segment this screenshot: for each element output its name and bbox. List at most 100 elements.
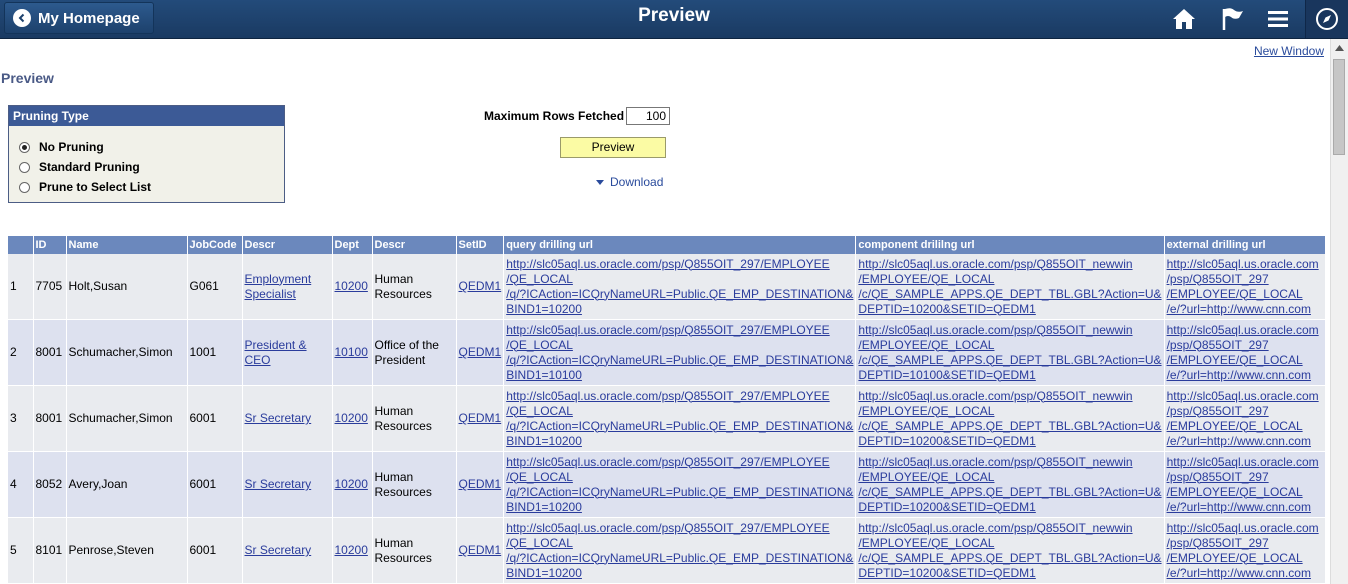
external-drilling-url-link[interactable]: http://slc05aql.us.oracle.com [1167, 323, 1323, 338]
component-drilling-url-link[interactable]: /c/QE_SAMPLE_APPS.QE_DEPT_TBL.GBL?Action… [858, 485, 1161, 500]
col-header-jobcode[interactable]: JobCode [187, 236, 243, 254]
dept-link[interactable]: 10200 [335, 477, 368, 491]
radio-unselected[interactable] [19, 161, 30, 173]
component-drilling-url-link[interactable]: http://slc05aql.us.oracle.com/psp/Q855OI… [858, 455, 1161, 470]
component-drilling-url-link[interactable]: /c/QE_SAMPLE_APPS.QE_DEPT_TBL.GBL?Action… [858, 419, 1161, 434]
flag-icon[interactable] [1212, 0, 1252, 38]
external-drilling-url-link[interactable]: /psp/Q855OIT_297 [1167, 536, 1323, 551]
col-header-dept-descr[interactable]: Descr [372, 236, 457, 254]
col-header-component-url[interactable]: component drililng url [855, 236, 1165, 254]
component-drilling-url-link[interactable]: http://slc05aql.us.oracle.com/psp/Q855OI… [858, 323, 1161, 338]
external-drilling-url-link[interactable]: /psp/Q855OIT_297 [1167, 470, 1323, 485]
component-drilling-url-link[interactable]: /EMPLOYEE/QE_LOCAL [858, 272, 1161, 287]
job-descr-link[interactable]: Sr Secretary [245, 543, 330, 558]
setid-link[interactable]: QEDM1 [459, 543, 502, 557]
query-drilling-url-link[interactable]: BIND1=10200 [506, 566, 853, 581]
dept-link[interactable]: 10200 [335, 543, 368, 557]
col-header-id[interactable]: ID [33, 236, 67, 254]
component-drilling-url-link[interactable]: DEPTID=10200&SETID=QEDM1 [858, 566, 1161, 581]
col-header-dept[interactable]: Dept [332, 236, 373, 254]
menu-icon[interactable] [1258, 0, 1298, 38]
query-drilling-url-link[interactable]: http://slc05aql.us.oracle.com/psp/Q855OI… [506, 521, 853, 536]
query-drilling-url-link[interactable]: http://slc05aql.us.oracle.com/psp/Q855OI… [506, 455, 853, 470]
col-header-name[interactable]: Name [66, 236, 188, 254]
query-drilling-url-link[interactable]: http://slc05aql.us.oracle.com/psp/Q855OI… [506, 323, 853, 338]
component-drilling-url-link[interactable]: /EMPLOYEE/QE_LOCAL [858, 404, 1161, 419]
query-drilling-url-link[interactable]: /QE_LOCAL [506, 470, 853, 485]
job-descr-link[interactable]: CEO [245, 353, 330, 368]
external-drilling-url-link[interactable]: /psp/Q855OIT_297 [1167, 404, 1323, 419]
home-icon[interactable] [1164, 0, 1204, 38]
max-rows-input[interactable]: 100 [626, 107, 670, 125]
query-drilling-url-link[interactable]: http://slc05aql.us.oracle.com/psp/Q855OI… [506, 389, 853, 404]
query-drilling-url-link[interactable]: /QE_LOCAL [506, 404, 853, 419]
query-drilling-url-link[interactable]: BIND1=10200 [506, 302, 853, 317]
external-drilling-url-link[interactable]: http://slc05aql.us.oracle.com [1167, 521, 1323, 536]
job-descr-link[interactable]: Employment [245, 272, 330, 287]
external-drilling-url-link[interactable]: /psp/Q855OIT_297 [1167, 272, 1323, 287]
component-drilling-url-link[interactable]: /EMPLOYEE/QE_LOCAL [858, 470, 1161, 485]
external-drilling-url-link[interactable]: /e/?url=http://www.cnn.com [1167, 302, 1323, 317]
setid-link[interactable]: QEDM1 [459, 345, 502, 359]
navbar-compass-icon[interactable] [1305, 0, 1348, 38]
col-header-external-url[interactable]: external drilling url [1164, 236, 1326, 254]
component-drilling-url-link[interactable]: /c/QE_SAMPLE_APPS.QE_DEPT_TBL.GBL?Action… [858, 551, 1161, 566]
component-drilling-url-link[interactable]: /c/QE_SAMPLE_APPS.QE_DEPT_TBL.GBL?Action… [858, 353, 1161, 368]
external-drilling-url-link[interactable]: /e/?url=http://www.cnn.com [1167, 566, 1323, 581]
external-drilling-url-link[interactable]: /e/?url=http://www.cnn.com [1167, 368, 1323, 383]
component-drilling-url-link[interactable]: DEPTID=10200&SETID=QEDM1 [858, 500, 1161, 515]
query-drilling-url-link[interactable]: /QE_LOCAL [506, 536, 853, 551]
external-drilling-url-link[interactable]: /e/?url=http://www.cnn.com [1167, 500, 1323, 515]
dept-link[interactable]: 10200 [335, 279, 368, 293]
radio-selected[interactable] [19, 141, 30, 153]
job-descr-link[interactable]: Specialist [245, 287, 330, 302]
external-drilling-url-link[interactable]: /EMPLOYEE/QE_LOCAL [1167, 551, 1323, 566]
component-drilling-url-link[interactable]: http://slc05aql.us.oracle.com/psp/Q855OI… [858, 389, 1161, 404]
query-drilling-url-link[interactable]: /q/?ICAction=ICQryNameURL=Public.QE_EMP_… [506, 419, 853, 434]
component-drilling-url-link[interactable]: /c/QE_SAMPLE_APPS.QE_DEPT_TBL.GBL?Action… [858, 287, 1161, 302]
external-drilling-url-link[interactable]: /EMPLOYEE/QE_LOCAL [1167, 353, 1323, 368]
vertical-scrollbar[interactable] [1330, 39, 1348, 584]
radio-unselected[interactable] [19, 181, 30, 193]
component-drilling-url-link[interactable]: DEPTID=10200&SETID=QEDM1 [858, 302, 1161, 317]
query-drilling-url-link[interactable]: /q/?ICAction=ICQryNameURL=Public.QE_EMP_… [506, 287, 853, 302]
no-pruning-option[interactable]: No Pruning [19, 140, 104, 154]
query-drilling-url-link[interactable]: BIND1=10200 [506, 500, 853, 515]
external-drilling-url-link[interactable]: http://slc05aql.us.oracle.com [1167, 257, 1323, 272]
job-descr-link[interactable]: Sr Secretary [245, 411, 330, 426]
new-window-link[interactable]: New Window [1254, 44, 1324, 58]
external-drilling-url-link[interactable]: /EMPLOYEE/QE_LOCAL [1167, 287, 1323, 302]
external-drilling-url-link[interactable]: http://slc05aql.us.oracle.com [1167, 389, 1323, 404]
col-header-query-url[interactable]: query drilling url [503, 236, 857, 254]
setid-link[interactable]: QEDM1 [459, 411, 502, 425]
external-drilling-url-link[interactable]: /psp/Q855OIT_297 [1167, 338, 1323, 353]
query-drilling-url-link[interactable]: /q/?ICAction=ICQryNameURL=Public.QE_EMP_… [506, 353, 853, 368]
component-drilling-url-link[interactable]: http://slc05aql.us.oracle.com/psp/Q855OI… [858, 257, 1161, 272]
scrollbar-thumb[interactable] [1333, 59, 1345, 155]
query-drilling-url-link[interactable]: /QE_LOCAL [506, 338, 853, 353]
dept-link[interactable]: 10200 [335, 411, 368, 425]
component-drilling-url-link[interactable]: /EMPLOYEE/QE_LOCAL [858, 536, 1161, 551]
component-drilling-url-link[interactable]: DEPTID=10200&SETID=QEDM1 [858, 434, 1161, 449]
query-drilling-url-link[interactable]: /q/?ICAction=ICQryNameURL=Public.QE_EMP_… [506, 485, 853, 500]
col-header-job-descr[interactable]: Descr [242, 236, 333, 254]
job-descr-link[interactable]: President & [245, 338, 330, 353]
external-drilling-url-link[interactable]: /EMPLOYEE/QE_LOCAL [1167, 419, 1323, 434]
query-drilling-url-link[interactable]: BIND1=10100 [506, 368, 853, 383]
query-drilling-url-link[interactable]: /QE_LOCAL [506, 272, 853, 287]
setid-link[interactable]: QEDM1 [459, 279, 502, 293]
external-drilling-url-link[interactable]: /e/?url=http://www.cnn.com [1167, 434, 1323, 449]
query-drilling-url-link[interactable]: http://slc05aql.us.oracle.com/psp/Q855OI… [506, 257, 853, 272]
preview-button[interactable]: Preview [560, 137, 666, 158]
job-descr-link[interactable]: Sr Secretary [245, 477, 330, 492]
component-drilling-url-link[interactable]: DEPTID=10100&SETID=QEDM1 [858, 368, 1161, 383]
query-drilling-url-link[interactable]: /q/?ICAction=ICQryNameURL=Public.QE_EMP_… [506, 551, 853, 566]
scroll-up-arrow-icon[interactable] [1331, 39, 1348, 56]
external-drilling-url-link[interactable]: http://slc05aql.us.oracle.com [1167, 455, 1323, 470]
query-drilling-url-link[interactable]: BIND1=10200 [506, 434, 853, 449]
component-drilling-url-link[interactable]: /EMPLOYEE/QE_LOCAL [858, 338, 1161, 353]
setid-link[interactable]: QEDM1 [459, 477, 502, 491]
dept-link[interactable]: 10100 [335, 345, 368, 359]
standard-pruning-option[interactable]: Standard Pruning [19, 160, 140, 174]
external-drilling-url-link[interactable]: /EMPLOYEE/QE_LOCAL [1167, 485, 1323, 500]
